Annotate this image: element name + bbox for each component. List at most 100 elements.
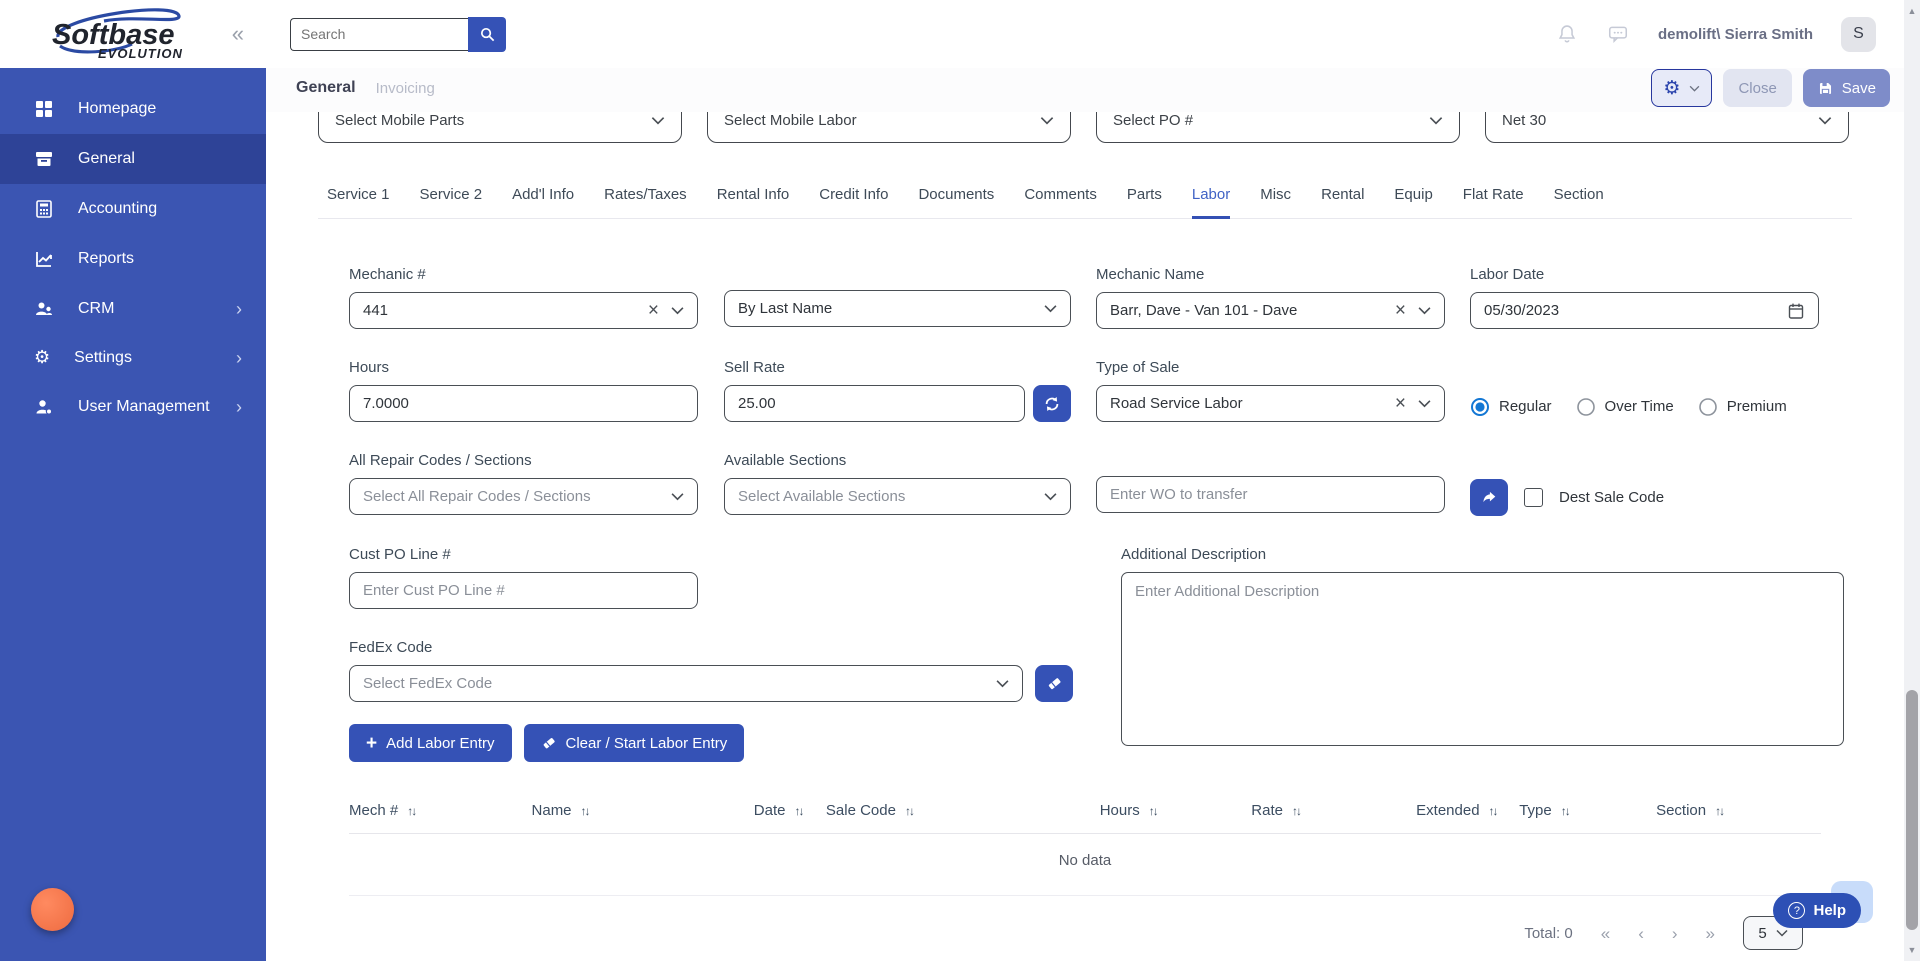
sort-icon[interactable]: ↑↓ [1715, 804, 1723, 818]
tab-parts[interactable]: Parts [1127, 186, 1162, 219]
sort-icon[interactable]: ↑↓ [794, 804, 802, 818]
sidebar-item-general[interactable]: General [0, 134, 266, 184]
next-page-icon[interactable]: › [1672, 925, 1678, 942]
column-name[interactable]: Name↑↓ [532, 802, 754, 819]
labor-date-input[interactable] [1484, 302, 1787, 319]
sort-icon[interactable]: ↑↓ [1149, 804, 1157, 818]
tab-flat-rate[interactable]: Flat Rate [1463, 186, 1524, 219]
scroll-down-icon[interactable]: ▼ [1904, 945, 1920, 955]
sort-icon[interactable]: ↑↓ [1292, 804, 1300, 818]
available-sections-select[interactable]: Select Available Sections [724, 478, 1071, 515]
add-labor-entry-button[interactable]: + Add Labor Entry [349, 724, 512, 762]
sidebar-item-crm[interactable]: CRM › [0, 284, 266, 334]
column-rate[interactable]: Rate↑↓ [1251, 802, 1416, 819]
column-sale-code[interactable]: Sale Code↑↓ [826, 802, 1100, 819]
mobile-labor-select[interactable]: Select Mobile Labor [707, 112, 1071, 143]
scrollbar-thumb[interactable] [1906, 690, 1918, 930]
hours-field[interactable] [349, 385, 698, 422]
sell-rate-input[interactable] [738, 395, 1011, 412]
type-of-sale-combobox[interactable]: Road Service Labor × [1096, 385, 1445, 422]
tab-equip[interactable]: Equip [1394, 186, 1432, 219]
calendar-icon[interactable] [1787, 302, 1805, 320]
sidebar-item-settings[interactable]: ⚙ Settings › [0, 334, 266, 382]
help-button[interactable]: ? Help [1773, 893, 1861, 928]
hours-input[interactable] [363, 395, 684, 412]
clear-start-labor-entry-button[interactable]: Clear / Start Labor Entry [524, 724, 745, 762]
scroll-up-icon[interactable]: ▲ [1904, 6, 1920, 16]
cust-po-line-input[interactable] [363, 582, 684, 599]
sort-icon[interactable]: ↑↓ [905, 804, 913, 818]
tab-credit-info[interactable]: Credit Info [819, 186, 888, 219]
tab-invoicing[interactable]: Invoicing [376, 80, 435, 97]
mechanic-number-combobox[interactable]: 441 × [349, 292, 698, 329]
sidebar-collapse-icon[interactable]: « [232, 23, 244, 45]
transfer-wo-button[interactable] [1470, 479, 1508, 516]
search-input[interactable] [290, 18, 468, 51]
vertical-scrollbar[interactable]: ▲ ▼ [1904, 0, 1920, 961]
tab-service-2[interactable]: Service 2 [420, 186, 483, 219]
sort-icon[interactable]: ↑↓ [581, 804, 589, 818]
search-button[interactable] [468, 17, 506, 52]
first-page-icon[interactable]: « [1601, 925, 1610, 942]
column-hours[interactable]: Hours↑↓ [1100, 802, 1252, 819]
clear-icon[interactable]: × [1395, 301, 1406, 320]
prev-page-icon[interactable]: ‹ [1638, 925, 1644, 942]
tab-rental-info[interactable]: Rental Info [717, 186, 790, 219]
cust-po-line-field[interactable] [349, 572, 698, 609]
sidebar-item-label: Homepage [78, 100, 156, 118]
column-extended[interactable]: Extended↑↓ [1416, 802, 1519, 819]
wo-transfer-input[interactable] [1110, 486, 1431, 503]
sidebar-item-homepage[interactable]: Homepage [0, 84, 266, 134]
bell-icon[interactable] [1556, 23, 1578, 45]
column-type[interactable]: Type↑↓ [1519, 802, 1656, 819]
column-mech-number[interactable]: Mech #↑↓ [349, 802, 532, 819]
labor-date-field[interactable] [1470, 292, 1819, 329]
clear-icon[interactable]: × [648, 301, 659, 320]
radio-selected-icon [1470, 397, 1490, 417]
clear-icon[interactable]: × [1395, 394, 1406, 413]
sidebar-item-reports[interactable]: Reports [0, 234, 266, 284]
save-button[interactable]: Save [1803, 69, 1890, 107]
dest-sale-code-checkbox[interactable] [1524, 488, 1543, 507]
refresh-rate-button[interactable] [1033, 385, 1071, 422]
tab-service-1[interactable]: Service 1 [327, 186, 390, 219]
tab-rental[interactable]: Rental [1321, 186, 1364, 219]
tab-addl-info[interactable]: Add'l Info [512, 186, 574, 219]
wo-transfer-field[interactable] [1096, 476, 1445, 513]
mechanic-name-combobox[interactable]: Barr, Dave - Van 101 - Dave × [1096, 292, 1445, 329]
terms-select[interactable]: Net 30 [1485, 112, 1849, 143]
radio-over-time[interactable]: Over Time [1576, 397, 1674, 417]
tab-rates-taxes[interactable]: Rates/Taxes [604, 186, 687, 219]
sell-rate-field[interactable] [724, 385, 1025, 422]
column-date[interactable]: Date↑↓ [754, 802, 826, 819]
clear-fedex-button[interactable] [1035, 665, 1073, 702]
tab-general[interactable]: General [296, 79, 356, 97]
settings-dropdown-button[interactable]: ⚙ [1651, 69, 1712, 107]
sort-icon[interactable]: ↑↓ [1561, 804, 1569, 818]
fedex-code-select[interactable]: Select FedEx Code [349, 665, 1023, 702]
tab-comments[interactable]: Comments [1024, 186, 1097, 219]
additional-description-textarea[interactable] [1121, 572, 1844, 746]
last-page-icon[interactable]: » [1706, 925, 1715, 942]
avatar[interactable]: S [1841, 17, 1876, 52]
tab-labor[interactable]: Labor [1192, 186, 1230, 219]
radio-regular[interactable]: Regular [1470, 397, 1552, 417]
transfer-controls: Dest Sale Code [1470, 452, 1664, 516]
tab-documents[interactable]: Documents [918, 186, 994, 219]
mechanic-sort-select[interactable]: By Last Name [724, 290, 1071, 327]
feedback-widget-button[interactable] [31, 888, 74, 931]
tab-section[interactable]: Section [1554, 186, 1604, 219]
repair-codes-select[interactable]: Select All Repair Codes / Sections [349, 478, 698, 515]
close-button[interactable]: Close [1723, 69, 1791, 107]
sidebar-item-user-management[interactable]: User Management › [0, 382, 266, 432]
sort-icon[interactable]: ↑↓ [1489, 804, 1497, 818]
column-section[interactable]: Section↑↓ [1656, 802, 1821, 819]
chat-icon[interactable] [1606, 23, 1630, 45]
sidebar-item-accounting[interactable]: Accounting [0, 184, 266, 234]
mobile-labor-placeholder: Select Mobile Labor [724, 112, 857, 129]
sort-icon[interactable]: ↑↓ [407, 804, 415, 818]
mobile-parts-select[interactable]: Select Mobile Parts [318, 112, 682, 143]
po-number-select[interactable]: Select PO # [1096, 112, 1460, 143]
radio-premium[interactable]: Premium [1698, 397, 1787, 417]
tab-misc[interactable]: Misc [1260, 186, 1291, 219]
